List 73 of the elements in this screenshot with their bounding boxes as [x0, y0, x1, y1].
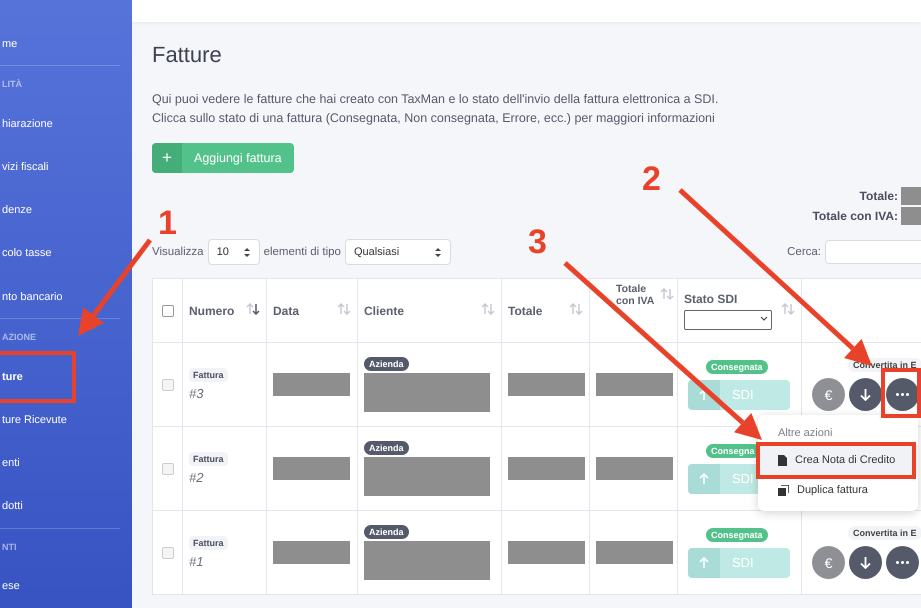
- updown-icon: [434, 246, 442, 258]
- annotation-number: 2: [642, 160, 661, 198]
- menu-header: Altre azioni: [777, 426, 834, 441]
- ellipsis-icon: [896, 561, 909, 564]
- row-checkbox[interactable]: [162, 546, 174, 558]
- menu-item[interactable]: Crea Nota di Credito: [758, 445, 918, 475]
- total-label: Totale:: [860, 189, 898, 203]
- sidebar-item[interactable]: enti: [0, 441, 132, 485]
- description-text: Qui puoi vedere le fatture che hai creato con TaxMan e lo stato dell'invio della fattura elettronica a SDI.: [152, 91, 720, 108]
- select-all-checkbox[interactable]: [162, 304, 174, 316]
- more-button[interactable]: [886, 378, 919, 411]
- payment-button[interactable]: €: [812, 546, 845, 579]
- up-arrow-icon: [699, 557, 709, 568]
- sort-icon[interactable]: [246, 303, 260, 315]
- sidebar-section-label: NTI: [2, 542, 16, 552]
- redaction-block: [901, 207, 921, 225]
- file-icon: [778, 454, 787, 466]
- sidebar-item[interactable]: vizi fiscali: [0, 145, 132, 188]
- down-arrow-icon: [860, 388, 871, 400]
- download-button[interactable]: [849, 378, 882, 411]
- invoice-number: #3: [189, 386, 204, 401]
- client-type-tag: Azienda: [364, 525, 409, 539]
- page-size-select[interactable]: 10: [208, 239, 260, 265]
- document-type-tag: Fattura: [189, 368, 228, 382]
- up-arrow-icon: [699, 389, 709, 400]
- sidebar-item[interactable]: dotti: [0, 484, 132, 528]
- type-select[interactable]: Qualsiasi: [344, 239, 451, 265]
- client-type-tag: Azienda: [364, 357, 409, 371]
- document-type-tag: Fattura: [189, 452, 228, 466]
- redaction-block: [901, 187, 921, 205]
- annotation-number: 3: [528, 223, 547, 261]
- sidebar-item[interactable]: hiarazione: [0, 102, 132, 146]
- column-header[interactable]: Totale: [508, 304, 542, 318]
- sidebar-item[interactable]: ese: [0, 564, 132, 608]
- row-checkbox[interactable]: [162, 378, 174, 390]
- sidebar-item[interactable]: nto bancario: [0, 274, 132, 318]
- page-title: Fatture: [152, 42, 223, 69]
- conversion-tag: Convertita in E: [848, 526, 921, 540]
- column-header[interactable]: Totale con IVA: [616, 283, 660, 307]
- search-field[interactable]: [825, 240, 921, 264]
- sidebar-section-label: AZIONE: [2, 332, 36, 342]
- sidebar-item[interactable]: denze: [0, 188, 132, 232]
- column-header[interactable]: Numero: [189, 304, 234, 318]
- column-header[interactable]: Stato SDI: [684, 292, 738, 306]
- updown-icon: [242, 246, 251, 258]
- invoice-number: #1: [189, 554, 204, 569]
- description-text: Clicca sullo stato di una fattura (Consegnata, Non consegnata, Errore, ecc.) per maggiori informazioni: [152, 110, 716, 127]
- client-type-tag: Azienda: [364, 441, 409, 455]
- chevron-icon: [760, 316, 768, 322]
- sidebar-item[interactable]: me: [0, 22, 132, 66]
- payment-button[interactable]: €: [812, 378, 845, 411]
- highlight-frame: [881, 368, 921, 418]
- total-label: Totale con IVA:: [812, 209, 898, 223]
- ellipsis-icon: [896, 393, 909, 396]
- row-checkbox[interactable]: [162, 462, 174, 474]
- column-header[interactable]: Cliente: [364, 304, 404, 318]
- column-header[interactable]: Data: [273, 304, 300, 318]
- show-label: Visualizza: [152, 246, 204, 258]
- sidebar-item[interactable]: colo tasse: [0, 232, 132, 275]
- up-arrow-icon: [699, 473, 709, 484]
- document-type-tag: Fattura: [189, 536, 228, 550]
- sidebar-section-label: LITÀ: [2, 79, 22, 90]
- sidebar-item[interactable]: ture: [0, 354, 132, 398]
- type-label: elementi di tipo: [264, 246, 341, 258]
- download-button[interactable]: [849, 546, 882, 579]
- search-label: Cerca:: [787, 246, 821, 258]
- filter-select[interactable]: [684, 310, 772, 330]
- copy-icon: [778, 484, 789, 496]
- invoice-number: #2: [189, 470, 204, 485]
- sidebar-item[interactable]: ture Ricevute: [0, 398, 132, 442]
- down-arrow-icon: [860, 556, 871, 568]
- more-button[interactable]: [886, 546, 919, 579]
- annotation-number: 1: [158, 204, 177, 242]
